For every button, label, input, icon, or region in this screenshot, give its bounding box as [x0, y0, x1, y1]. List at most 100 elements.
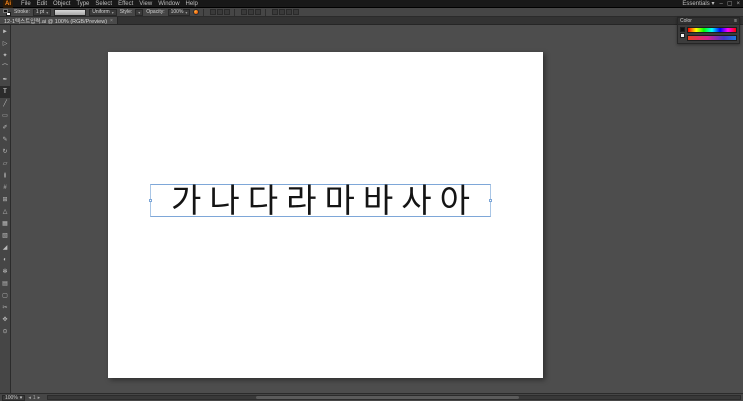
profile-select[interactable]: Uniform ▾ [89, 8, 117, 16]
symbol-sprayer-tool[interactable]: ✻ [0, 266, 11, 278]
document-tab-label: 12-1텍스트입력.ai @ 100% (RGB/Preview) [4, 18, 108, 25]
menu-item[interactable]: Select [92, 0, 115, 8]
profile-value: Uniform [92, 9, 110, 15]
menu-item[interactable]: View [136, 0, 155, 8]
direct-selection-tool[interactable]: ▷ [0, 38, 11, 50]
eyedropper-tool[interactable]: ◢ [0, 242, 11, 254]
close-icon[interactable]: × [110, 18, 113, 24]
menu-item[interactable]: Type [73, 0, 92, 8]
align-center-button[interactable] [217, 9, 224, 15]
menu-item[interactable]: Edit [34, 0, 50, 8]
selection-tool[interactable]: ► [0, 26, 11, 38]
stroke-label: Stroke: [14, 9, 30, 15]
minimize-button[interactable]: – [719, 0, 722, 8]
color-panel-title: Color [680, 18, 692, 24]
control-bar: Stroke: 1 pt ▾ Uniform ▾ Style: ▾ Opacit… [0, 8, 743, 17]
next-artboard-icon[interactable]: ▸ [38, 395, 41, 401]
text-in-port[interactable] [149, 199, 152, 202]
stroke-weight-value: 1 pt [35, 9, 45, 15]
document-tab[interactable]: 12-1텍스트입력.ai @ 100% (RGB/Preview) × [0, 17, 118, 25]
divider [265, 8, 267, 16]
column-graph-tool[interactable]: ▤ [0, 278, 11, 290]
artboard-tool[interactable]: ▢ [0, 290, 11, 302]
paintbrush-tool[interactable]: ✐ [0, 122, 11, 134]
scrollbar-thumb[interactable] [255, 396, 519, 399]
hangul-text[interactable]: 가나다라마바사아 [163, 184, 478, 217]
divider [203, 8, 205, 16]
gradient-tool[interactable]: ▧ [0, 230, 11, 242]
text-out-port[interactable] [489, 199, 492, 202]
restore-button[interactable]: ▢ [727, 0, 733, 8]
chevron-down-icon: ▾ [19, 394, 23, 401]
line-segment-tool[interactable]: ╱ [0, 98, 11, 110]
recolor-artwork-icon[interactable] [193, 9, 200, 15]
pen-tool[interactable]: ✒ [0, 74, 11, 86]
menu-item[interactable]: File [18, 0, 34, 8]
canvas[interactable]: 가나다라마바사아 [11, 25, 743, 393]
workspace-switcher[interactable]: Essentials ▾ [682, 0, 714, 8]
pencil-tool[interactable]: ✎ [0, 134, 11, 146]
align-left-button[interactable] [210, 9, 217, 15]
menu-item[interactable]: Effect [115, 0, 136, 8]
color-spectrum-bar[interactable] [687, 27, 737, 33]
transform-buttons-group [272, 9, 300, 15]
width-profile-select[interactable] [54, 8, 87, 16]
opacity-value: 100% [170, 9, 184, 15]
status-bar: 100% ▾ ◂ 1 ▸ [0, 393, 743, 401]
transform-y-field[interactable] [279, 9, 286, 15]
divider [234, 8, 236, 16]
blend-tool[interactable]: ◐ [0, 254, 11, 266]
style-label: Style: [119, 9, 133, 15]
fill-stroke-indicator[interactable] [3, 8, 11, 16]
zoom-level-value: 100% [5, 394, 18, 401]
menu-item[interactable]: Window [155, 0, 182, 8]
rectangle-tool[interactable]: ▭ [0, 110, 11, 122]
document-tab-bar: 12-1텍스트입력.ai @ 100% (RGB/Preview) × « [0, 17, 743, 25]
width-tool[interactable]: ≬ [0, 170, 11, 182]
slice-tool[interactable]: ✂ [0, 302, 11, 314]
style-select[interactable]: ▾ [135, 8, 144, 16]
hand-tool[interactable]: ✥ [0, 314, 11, 326]
fill-swatch[interactable] [3, 8, 8, 13]
rotate-tool[interactable]: ↻ [0, 146, 11, 158]
chevron-down-icon: ▾ [185, 9, 188, 15]
black-swatch[interactable] [680, 27, 685, 32]
shape-builder-tool[interactable]: ⊞ [0, 194, 11, 206]
scale-tool[interactable]: ▱ [0, 158, 11, 170]
menubar: File Edit Object Type Select Effect View Window… [18, 0, 201, 8]
type-object-selection[interactable]: 가나다라마바사아 [149, 184, 492, 217]
type-tool[interactable]: T [0, 86, 11, 98]
chevron-down-icon: ▾ [111, 9, 114, 15]
free-transform-tool[interactable]: # [0, 182, 11, 194]
horizontal-scrollbar[interactable] [47, 395, 741, 400]
menu-item[interactable]: Object [50, 0, 73, 8]
zoom-tool[interactable]: ⊙ [0, 326, 11, 338]
perspective-grid-tool[interactable]: △ [0, 206, 11, 218]
artboard-navigation: ◂ 1 ▸ [28, 395, 40, 401]
tools-panel: ► ▷ ✦ ⌒ ✒ T ╱ ▭ ✐ ✎ ↻ ▱ ≬ # ⊞ △ ▦ ▧ ◢ ◐ … [0, 25, 11, 393]
color-panel-header[interactable]: Color ≡ [678, 18, 739, 25]
transform-x-field[interactable] [272, 9, 279, 15]
illustrator-logo-icon: Ai [3, 0, 13, 8]
mesh-tool[interactable]: ▦ [0, 218, 11, 230]
white-swatch[interactable] [680, 33, 685, 38]
magic-wand-tool[interactable]: ✦ [0, 50, 11, 62]
distribute-top-button[interactable] [241, 9, 248, 15]
stroke-weight-select[interactable]: 1 pt ▾ [32, 8, 52, 16]
opacity-field[interactable]: 100% ▾ [167, 8, 191, 16]
distribute-bottom-button[interactable] [255, 9, 262, 15]
color-ramp-bar[interactable] [687, 35, 737, 41]
distribute-buttons-group [241, 9, 262, 15]
lasso-tool[interactable]: ⌒ [0, 62, 11, 74]
menu-item[interactable]: Help [183, 0, 201, 8]
panel-menu-icon[interactable]: ≡ [734, 18, 737, 24]
zoom-level-select[interactable]: 100% ▾ [2, 394, 26, 401]
transform-h-field[interactable] [293, 9, 300, 15]
distribute-middle-button[interactable] [248, 9, 255, 15]
transform-w-field[interactable] [286, 9, 293, 15]
align-right-button[interactable] [224, 9, 231, 15]
close-button[interactable]: × [736, 0, 740, 8]
align-buttons-group [210, 9, 231, 15]
artboard[interactable]: 가나다라마바사아 [108, 52, 543, 378]
prev-artboard-icon[interactable]: ◂ [28, 395, 31, 401]
